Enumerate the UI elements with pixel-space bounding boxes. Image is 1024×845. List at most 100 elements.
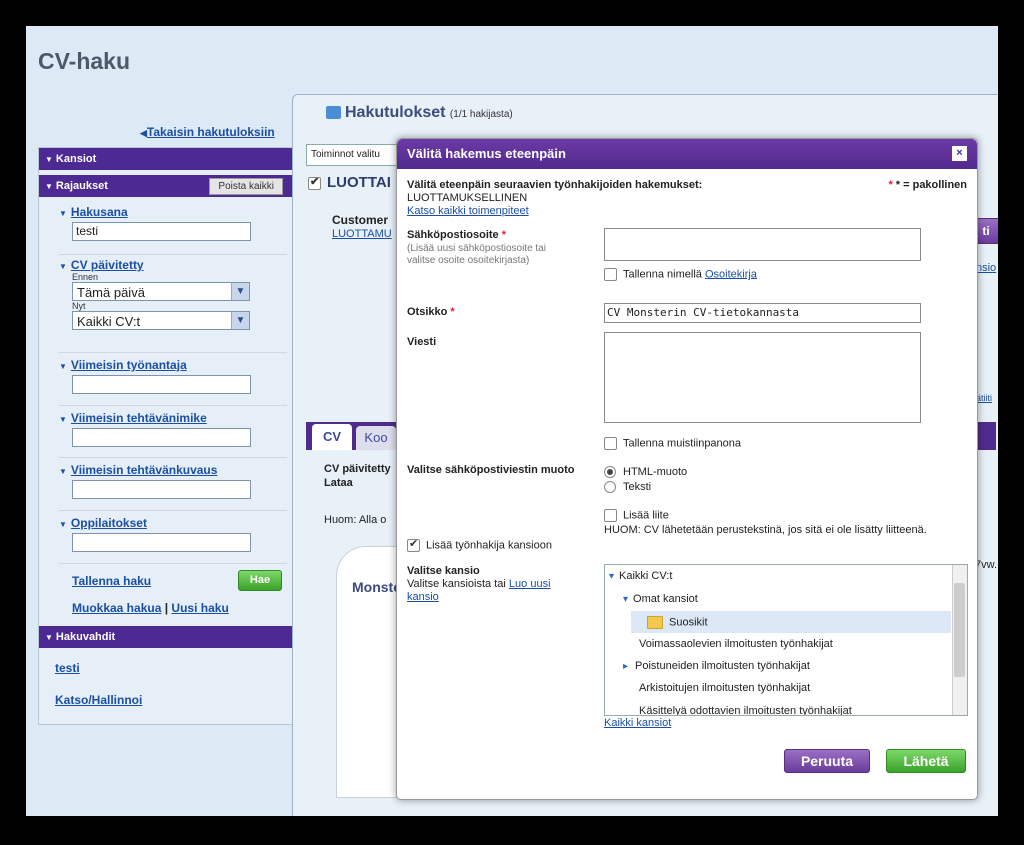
download-text: Lataa — [324, 477, 353, 489]
cancel-button[interactable]: Peruuta — [784, 749, 870, 773]
dialog-title: Välitä hakemus eteenpäin — [407, 146, 566, 161]
alert-item[interactable]: testi — [55, 661, 80, 675]
sidebar-alerts-header[interactable]: ▼ Hakuvahdit — [39, 626, 295, 648]
cv-updated-text: CV päivitetty — [324, 463, 391, 475]
monster-text: Monste — [352, 579, 401, 595]
expand-icon: ▼ — [59, 209, 67, 218]
keyword-input[interactable]: testi — [72, 222, 251, 241]
expanded-icon[interactable]: ▾ — [623, 594, 628, 605]
page-title: CV-haku — [38, 48, 131, 74]
tree-item[interactable]: ▾ Kaikki CV:t — [609, 570, 672, 582]
right-text: 7vw. — [975, 559, 998, 571]
now-label: Nyt — [72, 301, 86, 311]
last-description-input[interactable] — [72, 480, 251, 499]
format-text-radio[interactable] — [604, 481, 616, 494]
email-hint: (Lisää uusi sähköpostiosoite tai valitse… — [407, 243, 546, 266]
candidate-row: LUOTTAI — [308, 174, 391, 191]
save-name-row: Tallenna nimellä Osoitekirja — [604, 268, 757, 281]
scroll-thumb[interactable] — [954, 583, 965, 677]
subject-label: Otsikko * — [407, 306, 455, 318]
divider — [59, 254, 287, 255]
collapse-icon: ▼ — [45, 155, 53, 164]
last-employer-input[interactable] — [72, 375, 251, 394]
all-folders-link[interactable]: Kaikki kansiot — [604, 717, 671, 729]
attach-row: Lisää liite — [604, 509, 669, 522]
last-title-filter: ▼ Viimeisin tehtävänimike — [59, 411, 289, 447]
candidate-name: LUOTTAMUKSELLINEN — [407, 192, 528, 204]
tab-other[interactable]: Koo — [356, 426, 396, 450]
subject-input[interactable]: CV Monsterin CV-tietokannasta — [604, 303, 921, 323]
manage-alerts-link[interactable]: Katso/Hallinnoi — [55, 693, 142, 707]
right-link-2[interactable]: ätiiti — [976, 393, 992, 403]
now-select[interactable]: Kaikki CV:t ▼ — [72, 311, 250, 330]
dialog-intro: Välitä eteenpäin seuraavien työnhakijoid… — [407, 179, 703, 191]
expand-icon: ▼ — [59, 262, 67, 271]
format-label: Valitse sähköpostiviestin muoto — [407, 464, 575, 476]
back-arrow-icon: ◀ — [140, 128, 147, 138]
chevron-down-icon[interactable]: ▼ — [231, 283, 249, 300]
divider — [59, 510, 287, 511]
expand-icon: ▼ — [59, 467, 67, 476]
back-to-results-link[interactable]: ◀Takaisin hakutuloksiin — [140, 125, 275, 139]
close-icon[interactable]: × — [952, 146, 967, 161]
tree-item[interactable]: Käsittelyä odottavien ilmoitusten työnha… — [639, 705, 852, 715]
before-select[interactable]: Tämä päivä ▼ — [72, 282, 250, 301]
tree-scrollbar[interactable] — [952, 565, 967, 715]
chevron-down-icon[interactable]: ▼ — [231, 312, 249, 329]
dialog-header: Välitä hakemus eteenpäin × — [397, 139, 977, 169]
tree-item[interactable]: Voimassaolevien ilmoitusten työnhakijat — [639, 638, 833, 650]
tab-cv[interactable]: CV — [312, 424, 352, 450]
format-html-option[interactable]: HTML-muoto — [604, 466, 687, 479]
save-search-link[interactable]: Tallenna haku — [72, 574, 151, 588]
view-actions-link[interactable]: Katso kaikki toimenpiteet — [407, 205, 529, 217]
tree-item[interactable]: ▾ Omat kansiot — [623, 593, 698, 605]
clear-all-button[interactable]: Poista kaikki — [209, 178, 283, 195]
screenshot-frame: CV-haku ◀Takaisin hakutuloksiin ▼ Kansiot… — [26, 26, 998, 816]
add-to-folder-checkbox[interactable] — [407, 537, 420, 552]
folder-tree[interactable]: ▾ Kaikki CV:t ▾ Omat kansiot Suosikit Voim… — [604, 564, 968, 716]
schools-input[interactable] — [72, 533, 251, 552]
tree-item[interactable]: Arkistoitujen ilmoitusten työnhakijat — [639, 682, 810, 694]
sidebar-folders-header[interactable]: ▼ Kansiot — [39, 148, 295, 170]
address-book-link[interactable]: Osoitekirja — [705, 268, 757, 280]
send-button[interactable]: Lähetä — [886, 749, 966, 773]
attach-checkbox[interactable] — [604, 509, 617, 522]
divider — [59, 563, 287, 564]
keyword-filter: ▼ Hakusana testi — [59, 205, 289, 241]
email-label: Sähköpostiosoite * — [407, 229, 507, 241]
search-button[interactable]: Hae — [238, 570, 282, 591]
email-textarea[interactable] — [604, 228, 921, 261]
save-note-checkbox[interactable] — [604, 437, 617, 450]
customer-label: Customer — [332, 213, 389, 227]
format-html-radio[interactable] — [604, 466, 616, 479]
last-title-input[interactable] — [72, 428, 251, 447]
right-link-1[interactable]: nsio — [976, 262, 996, 274]
expand-icon: ▼ — [59, 415, 67, 424]
collapse-icon: ▼ — [45, 182, 53, 191]
new-search-link[interactable]: Uusi haku — [171, 601, 228, 615]
search-actions: Muokkaa hakua | Uusi haku — [72, 601, 229, 615]
save-name-checkbox[interactable] — [604, 268, 617, 281]
forward-application-dialog: Välitä hakemus eteenpäin × Välitä eteenp… — [396, 138, 978, 800]
collapsed-icon[interactable]: ▸ — [623, 661, 628, 672]
cv-updated-filter: ▼ CV päivitetty Ennen Tämä päivä ▼ Nyt Kai… — [59, 258, 289, 330]
sidebar: ▼ Kansiot ▼ Rajaukset Poista kaikki ▼ Hakus… — [38, 147, 296, 725]
last-description-filter: ▼ Viimeisin tehtävänkuvaus — [59, 463, 289, 499]
expanded-icon[interactable]: ▾ — [609, 571, 614, 582]
format-text-option[interactable]: Teksti — [604, 481, 651, 494]
tree-item-selected[interactable]: Suosikit — [631, 611, 951, 633]
message-textarea[interactable] — [604, 332, 921, 423]
folder-hint: Valitse kansioista tai Luo uusi kansio — [407, 578, 551, 603]
candidate-checkbox[interactable] — [308, 175, 321, 190]
sidebar-filters-header[interactable]: ▼ Rajaukset Poista kaikki — [39, 175, 295, 197]
edit-search-link[interactable]: Muokkaa hakua — [72, 601, 161, 615]
required-note: * * = pakollinen — [888, 179, 967, 191]
folder-icon — [326, 106, 341, 120]
tree-item[interactable]: ▸ Poistuneiden ilmoitusten työnhakijat — [623, 660, 810, 672]
save-note-row: Tallenna muistiinpanona — [604, 437, 741, 450]
collapse-icon: ▼ — [45, 633, 53, 642]
customer-link[interactable]: LUOTTAMU — [332, 228, 392, 240]
cv-updated-label[interactable]: CV päivitetty — [71, 258, 144, 272]
keyword-label[interactable]: Hakusana — [71, 205, 128, 219]
expand-icon: ▼ — [59, 362, 67, 371]
